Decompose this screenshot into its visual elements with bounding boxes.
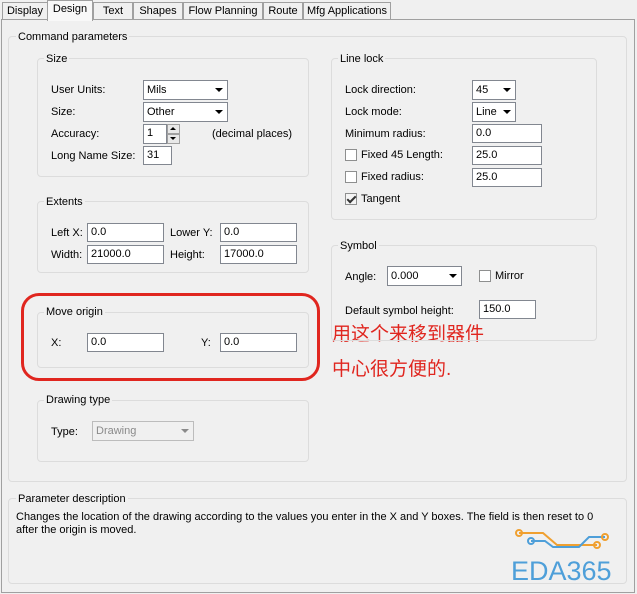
tab-bar: Display Design Text Shapes Flow Planning… bbox=[0, 0, 637, 21]
accuracy-label: Accuracy: bbox=[51, 128, 100, 140]
chevron-down-icon bbox=[503, 88, 511, 92]
fixed-45-length-checkbox[interactable] bbox=[345, 149, 357, 161]
drawing-type-select[interactable]: Drawing bbox=[92, 421, 194, 441]
lock-mode-label: Lock mode: bbox=[345, 106, 402, 118]
fixed-45-length-input[interactable]: 25.0 bbox=[472, 146, 542, 165]
lock-direction-value: 45 bbox=[476, 84, 489, 96]
spin-up-icon[interactable] bbox=[167, 124, 180, 134]
tab-route[interactable]: Route bbox=[263, 2, 303, 19]
circuit-trace-icon bbox=[515, 529, 609, 549]
command-parameters-title: Command parameters bbox=[16, 31, 130, 43]
lock-direction-select[interactable]: 45 bbox=[472, 80, 516, 100]
fixed-radius-label[interactable]: Fixed radius: bbox=[361, 170, 424, 184]
extents-group-title: Extents bbox=[44, 196, 85, 208]
accuracy-input[interactable]: 1 bbox=[143, 124, 167, 144]
lower-y-label: Lower Y: bbox=[170, 227, 213, 239]
chevron-down-icon bbox=[503, 110, 511, 114]
line-lock-group-title: Line lock bbox=[338, 53, 386, 65]
lower-y-input[interactable]: 0.0 bbox=[220, 223, 297, 242]
tab-flow-planning[interactable]: Flow Planning bbox=[183, 2, 263, 19]
fixed-radius-input[interactable]: 25.0 bbox=[472, 168, 542, 187]
user-units-value: Mils bbox=[147, 84, 167, 96]
left-x-input[interactable]: 0.0 bbox=[87, 223, 164, 242]
angle-label: Angle: bbox=[345, 271, 377, 283]
default-symbol-height-input[interactable]: 150.0 bbox=[479, 300, 536, 319]
fixed-radius-checkbox[interactable] bbox=[345, 171, 357, 183]
chevron-down-icon bbox=[215, 88, 223, 92]
tab-shapes[interactable]: Shapes bbox=[133, 2, 183, 19]
tab-mfg-applications[interactable]: Mfg Applications bbox=[303, 2, 391, 19]
angle-value: 0.000 bbox=[391, 270, 419, 282]
mirror-label[interactable]: Mirror bbox=[495, 269, 524, 283]
height-input[interactable]: 17000.0 bbox=[220, 245, 297, 264]
parameter-description-title: Parameter description bbox=[16, 493, 128, 505]
size-value: Other bbox=[147, 106, 175, 118]
size-label: Size: bbox=[51, 106, 76, 118]
long-name-size-label: Long Name Size: bbox=[51, 150, 136, 162]
lock-mode-value: Line bbox=[476, 106, 497, 118]
tab-design[interactable]: Design bbox=[47, 0, 93, 21]
lock-mode-select[interactable]: Line bbox=[472, 102, 516, 122]
height-label: Height: bbox=[170, 249, 205, 261]
symbol-group-title: Symbol bbox=[338, 240, 379, 252]
minimum-radius-label: Minimum radius: bbox=[345, 128, 426, 140]
parameter-description-line-1: Changes the location of the drawing acco… bbox=[16, 511, 594, 523]
drawing-type-group-title: Drawing type bbox=[44, 394, 113, 406]
accuracy-spinner[interactable] bbox=[167, 124, 180, 144]
size-select[interactable]: Other bbox=[143, 102, 228, 122]
tangent-label[interactable]: Tangent bbox=[361, 192, 400, 206]
spin-down-icon[interactable] bbox=[167, 134, 180, 144]
width-label: Width: bbox=[51, 249, 83, 261]
highlight-circle bbox=[21, 293, 320, 381]
accuracy-hint: (decimal places) bbox=[212, 128, 293, 140]
default-symbol-height-label: Default symbol height: bbox=[345, 305, 454, 317]
tab-text[interactable]: Text bbox=[93, 2, 133, 19]
drawing-type-label: Type: bbox=[51, 426, 78, 438]
left-x-label: Left X: bbox=[51, 227, 83, 239]
chevron-down-icon bbox=[215, 110, 223, 114]
fixed-45-length-label[interactable]: Fixed 45 Length: bbox=[361, 148, 443, 162]
chevron-down-icon bbox=[449, 274, 457, 278]
lock-direction-label: Lock direction: bbox=[345, 84, 416, 96]
user-units-label: User Units: bbox=[51, 84, 106, 96]
symbol-group bbox=[331, 245, 597, 341]
chevron-down-icon bbox=[181, 429, 189, 433]
annotation-line-2: 中心很方便的. bbox=[332, 359, 452, 380]
drawing-type-value: Drawing bbox=[96, 425, 137, 437]
mirror-checkbox[interactable] bbox=[479, 270, 491, 282]
width-input[interactable]: 21000.0 bbox=[87, 245, 164, 264]
parameter-description-line-2: after the origin is moved. bbox=[16, 524, 137, 536]
minimum-radius-input[interactable]: 0.0 bbox=[472, 124, 542, 143]
tangent-checkbox[interactable] bbox=[345, 193, 357, 205]
size-group-title: Size bbox=[44, 53, 70, 65]
user-units-select[interactable]: Mils bbox=[143, 80, 228, 100]
eda365-logo: EDA365 bbox=[511, 556, 612, 586]
tab-display[interactable]: Display bbox=[2, 2, 48, 19]
angle-select[interactable]: 0.000 bbox=[387, 266, 462, 286]
long-name-size-input[interactable]: 31 bbox=[143, 146, 172, 165]
